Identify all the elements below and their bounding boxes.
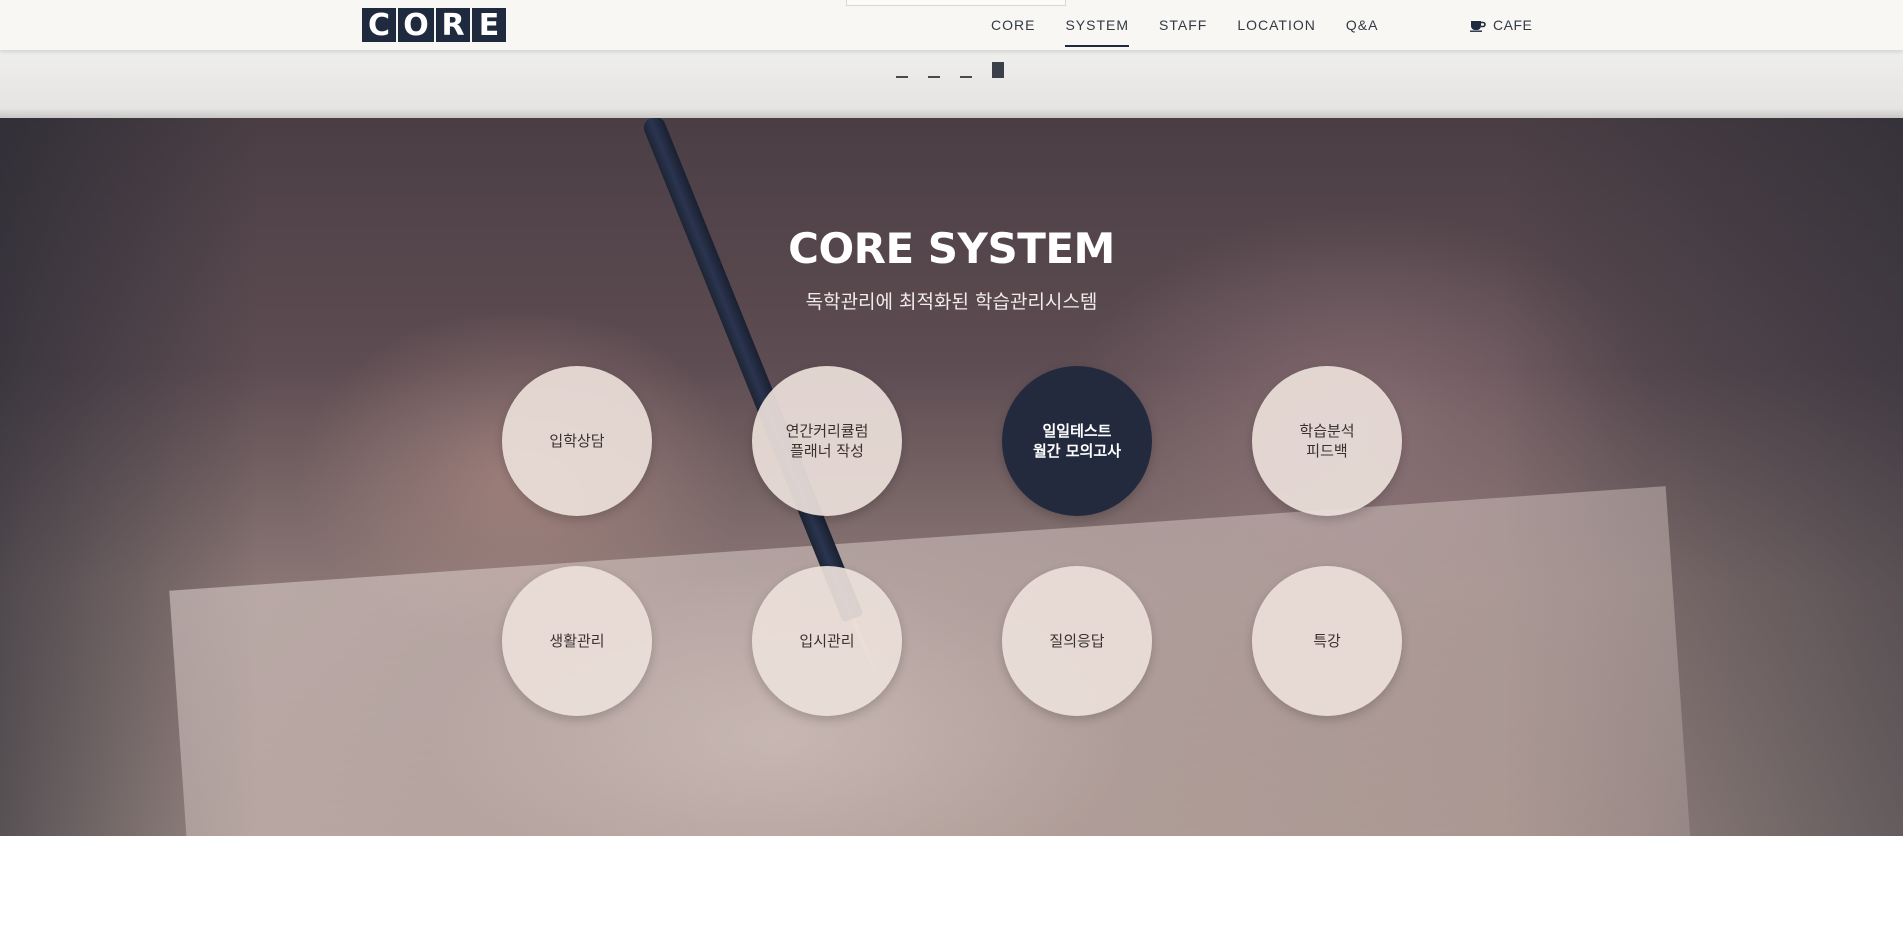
cafe-label: CAFE	[1493, 17, 1533, 33]
system-circle-special-lecture[interactable]: 특강	[1252, 566, 1402, 716]
core-logo[interactable]: C O R E	[362, 7, 506, 43]
nav-item-location[interactable]: LOCATION	[1222, 0, 1331, 50]
site-header: C O R E CORE SYSTEM STAFF LOCATION Q&A C…	[0, 0, 1903, 50]
cafe-link[interactable]: CAFE	[1470, 0, 1532, 50]
coffee-cup-icon	[1470, 21, 1486, 32]
pager-dot-4-active[interactable]	[992, 62, 1004, 78]
nav-item-qa[interactable]: Q&A	[1331, 0, 1394, 50]
nav-item-system[interactable]: SYSTEM	[1050, 0, 1144, 50]
system-circle-learning-analysis[interactable]: 학습분석 피드백	[1252, 366, 1402, 516]
system-circle-curriculum-planner[interactable]: 연간커리큘럼 플래너 작성	[752, 366, 902, 516]
slider-strip	[0, 50, 1903, 118]
system-circle-daily-test[interactable]: 일일테스트 월간 모의고사	[1002, 366, 1152, 516]
pager-dot-3[interactable]	[960, 64, 972, 78]
system-circle-life-management[interactable]: 생활관리	[502, 566, 652, 716]
system-circle-admission-consult[interactable]: 입학상담	[502, 366, 652, 516]
system-circle-qa[interactable]: 질의응답	[1002, 566, 1152, 716]
nav-item-staff[interactable]: STAFF	[1144, 0, 1222, 50]
nav-item-core[interactable]: CORE	[976, 0, 1050, 50]
hero-subtitle: 독학관리에 최적화된 학습관리시스템	[805, 291, 1098, 313]
slide-pager	[896, 62, 1004, 78]
main-nav: CORE SYSTEM STAFF LOCATION Q&A	[976, 0, 1393, 50]
pager-dot-2[interactable]	[928, 64, 940, 78]
logo-letter-c: C	[362, 8, 398, 43]
pager-dot-1[interactable]	[896, 64, 908, 78]
logo-letter-r: R	[436, 8, 472, 43]
hero-title: CORE SYSTEM	[788, 224, 1115, 273]
hero-background-paper	[169, 486, 1691, 836]
system-circle-admissions-management[interactable]: 입시관리	[752, 566, 902, 716]
logo-letter-o: O	[398, 8, 436, 43]
logo-letter-e: E	[478, 7, 500, 43]
